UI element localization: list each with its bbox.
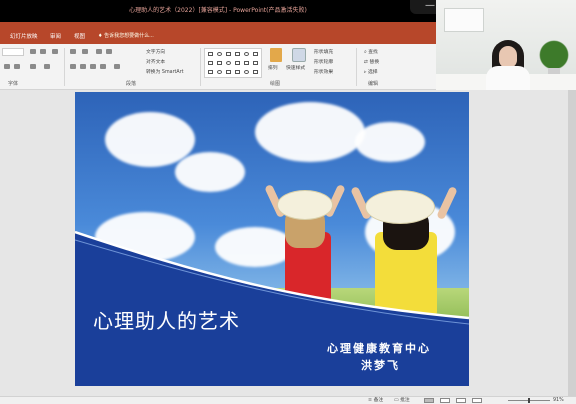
zoom-slider-knob[interactable]	[528, 398, 530, 403]
columns-icon[interactable]	[114, 64, 120, 69]
tab-review[interactable]: 审阅	[50, 32, 61, 40]
window-title: 心理助人的艺术（2022）[兼容模式] - PowerPoint(产品激活失败)	[129, 7, 307, 14]
quick-styles-icon[interactable]	[292, 48, 306, 62]
align-left-icon[interactable]	[70, 64, 76, 69]
tell-me-search[interactable]: ♦ 告诉我您想要做什么...	[98, 32, 154, 39]
decrease-indent-icon[interactable]	[96, 49, 102, 54]
select-button[interactable]: ▹ 选择	[364, 68, 378, 75]
normal-view-button[interactable]	[424, 398, 434, 403]
shape-effects-button[interactable]: 形状效果	[314, 68, 333, 75]
comments-button[interactable]: ▭ 批注	[394, 397, 410, 404]
slideshow-button[interactable]	[472, 398, 482, 403]
font-size-field[interactable]	[2, 48, 24, 56]
slide-org[interactable]: 心理健康教育中心	[327, 340, 431, 356]
ribbon: 字体 文字方向 对齐文本 转换为 SmartArt 段落 排列 快速样式 形状填…	[0, 44, 436, 90]
reading-view-button[interactable]	[456, 398, 466, 403]
font-color-icon[interactable]	[30, 64, 36, 69]
justify-icon[interactable]	[100, 64, 106, 69]
divider	[200, 48, 201, 86]
divider	[356, 48, 357, 86]
ribbon-tab-bar: 幻灯片放映 审阅 视图 ♦ 告诉我您想要做什么...	[0, 22, 436, 44]
group-label-editing: 编辑	[368, 81, 379, 87]
status-bar: ≡ 备注 ▭ 批注 91%	[0, 396, 576, 404]
char-spacing-icon[interactable]	[44, 64, 50, 69]
shape-fill-button[interactable]: 形状填充	[314, 48, 333, 55]
whiteboard	[444, 8, 484, 32]
clear-format-icon[interactable]	[52, 49, 58, 54]
shapes-gallery[interactable]	[204, 48, 262, 78]
zoom-level[interactable]: 91%	[553, 397, 564, 404]
italic-icon[interactable]	[14, 64, 20, 69]
quick-styles-button[interactable]: 快速样式	[286, 64, 305, 71]
shape-outline-button[interactable]: 形状轮廓	[314, 58, 333, 65]
slide-sorter-button[interactable]	[440, 398, 450, 403]
slide-editor-area: 心理助人的艺术 心理健康教育中心 洪梦飞	[0, 90, 576, 396]
group-label-paragraph: 段落	[126, 81, 137, 87]
group-label-drawing: 绘图	[270, 81, 281, 87]
bold-icon[interactable]	[4, 64, 10, 69]
slide-title[interactable]: 心理助人的艺术	[93, 305, 240, 334]
webcam-video	[436, 0, 576, 90]
tab-view[interactable]: 视图	[74, 32, 85, 40]
notes-button[interactable]: ≡ 备注	[368, 397, 383, 404]
increase-indent-icon[interactable]	[106, 49, 112, 54]
group-label-font: 字体	[8, 81, 19, 87]
grow-font-icon[interactable]	[30, 49, 36, 54]
arrange-icon[interactable]	[270, 48, 282, 62]
tell-me-label: 告诉我您想要做什么...	[104, 33, 154, 39]
arrange-button[interactable]: 排列	[268, 64, 278, 71]
right-scrollbar[interactable]	[568, 90, 576, 396]
align-right-icon[interactable]	[90, 64, 96, 69]
numbering-icon[interactable]	[82, 49, 88, 54]
tab-slideshow[interactable]: 幻灯片放映	[10, 32, 38, 40]
find-button[interactable]: ⌕ 查找	[364, 48, 378, 55]
convert-smartart-button[interactable]: 转换为 SmartArt	[146, 68, 184, 75]
shrink-font-icon[interactable]	[40, 49, 46, 54]
slide-author[interactable]: 洪梦飞	[361, 357, 400, 373]
slide-canvas[interactable]: 心理助人的艺术 心理健康教育中心 洪梦飞	[75, 92, 469, 386]
bullets-icon[interactable]	[70, 49, 76, 54]
align-center-icon[interactable]	[80, 64, 86, 69]
align-text-button[interactable]: 对齐文本	[146, 58, 165, 65]
plant	[536, 38, 572, 72]
text-direction-button[interactable]: 文字方向	[146, 48, 165, 55]
notes-icon: ≡	[368, 398, 373, 403]
comments-icon: ▭	[394, 398, 399, 403]
replace-button[interactable]: ⇄ 替换	[364, 58, 379, 65]
divider	[64, 48, 65, 86]
